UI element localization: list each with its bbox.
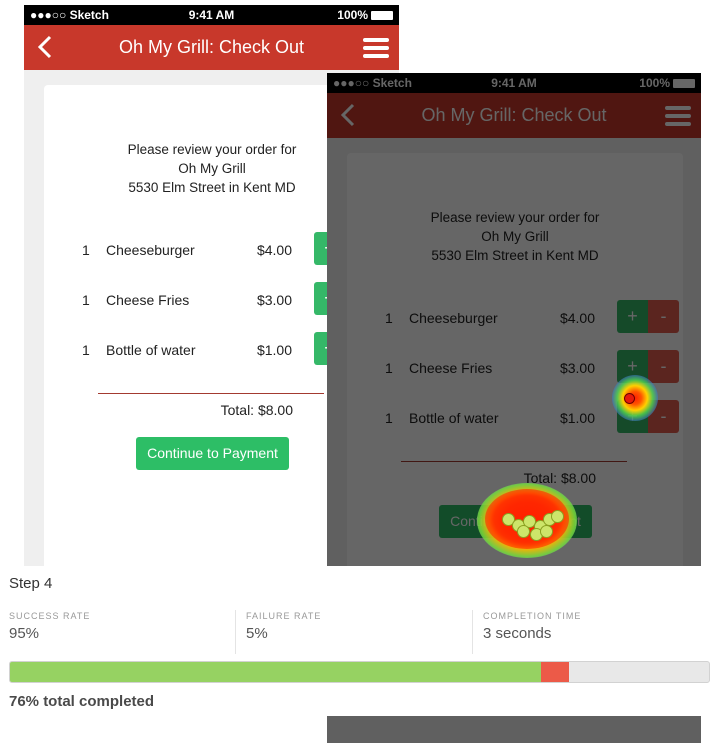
tap-point	[624, 393, 635, 404]
tap-point	[517, 525, 530, 538]
continue-to-payment-button[interactable]: Continue to Payment	[136, 437, 289, 470]
item-qty: 1	[82, 242, 90, 258]
step-title: Step 4	[9, 575, 53, 592]
completion-progress-bar	[9, 661, 710, 683]
total-divider	[98, 393, 324, 394]
success-rate-metric: SUCCESS RATE 95%	[9, 611, 229, 642]
item-price: $4.00	[256, 242, 292, 258]
item-name: Cheese Fries	[106, 292, 190, 308]
completion-time-label: COMPLETION TIME	[483, 611, 582, 621]
success-segment	[10, 662, 542, 682]
tap-point	[551, 510, 564, 523]
total-completed-text: 76% total completed	[9, 693, 155, 710]
tap-point	[540, 525, 553, 538]
success-rate-value: 95%	[9, 625, 40, 642]
hamburger-menu-icon[interactable]	[363, 38, 389, 58]
metric-divider	[472, 610, 473, 654]
failure-rate-value: 5%	[246, 625, 268, 642]
failure-rate-metric: FAILURE RATE 5%	[246, 611, 466, 642]
failure-rate-label: FAILURE RATE	[246, 611, 322, 621]
battery-icon	[371, 11, 393, 20]
navbar: Oh My Grill: Check Out	[24, 25, 399, 70]
failure-segment	[541, 662, 570, 682]
battery-percent: 100%	[337, 8, 368, 22]
page-title: Oh My Grill: Check Out	[118, 37, 305, 57]
item-price: $3.00	[256, 292, 292, 308]
heatmap-blob	[612, 375, 658, 421]
item-name: Cheeseburger	[106, 242, 195, 258]
step-metrics-panel: Step 4 SUCCESS RATE 95% FAILURE RATE 5% …	[0, 566, 725, 716]
completion-time-metric: COMPLETION TIME 3 seconds	[483, 611, 703, 642]
item-qty: 1	[82, 342, 90, 358]
metric-divider	[235, 610, 236, 654]
item-qty: 1	[82, 292, 90, 308]
success-rate-label: SUCCESS RATE	[9, 611, 91, 621]
item-price: $1.00	[256, 342, 292, 358]
order-total: Total: $8.00	[220, 402, 293, 418]
completion-time-value: 3 seconds	[483, 625, 552, 642]
item-name: Bottle of water	[106, 342, 196, 358]
status-bar: ●●●○○ Sketch 9:41 AM 100%	[24, 5, 399, 25]
